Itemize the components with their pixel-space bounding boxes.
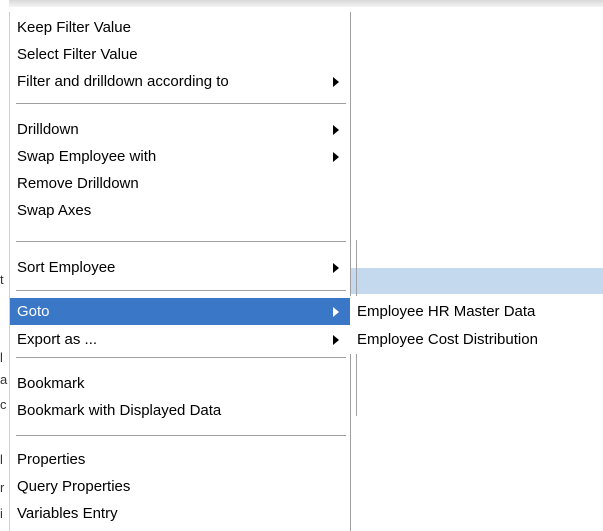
- background-left-column: t l a c l r i: [0, 0, 9, 531]
- menu-item-label: Variables Entry: [17, 505, 118, 522]
- menu-separator: [16, 290, 346, 292]
- submenu-arrow-icon: [333, 334, 339, 345]
- background-char: t: [0, 272, 4, 287]
- background-char: i: [0, 506, 3, 521]
- background-char: l: [0, 452, 3, 467]
- menu-item-export-as[interactable]: Export as ...: [10, 326, 350, 353]
- submenu-item-employee-hr-master-data[interactable]: Employee HR Master Data: [350, 297, 603, 325]
- menu-item-label: Query Properties: [17, 478, 131, 495]
- menu-item-label: Bookmark with Displayed Data: [17, 402, 222, 419]
- background-toolbar-strip: [0, 0, 603, 7]
- menu-separator: [16, 241, 346, 243]
- menu-item-filter-and-drilldown[interactable]: Filter and drilldown according to: [10, 68, 350, 95]
- submenu-arrow-icon: [333, 151, 339, 162]
- menu-item-label: Properties: [17, 451, 86, 468]
- background-char: l: [0, 350, 3, 365]
- menu-item-swap-employee-with[interactable]: Swap Employee with: [10, 143, 350, 170]
- menu-item-remove-drilldown[interactable]: Remove Drilldown: [10, 170, 350, 197]
- menu-item-bookmark-with-displayed-data[interactable]: Bookmark with Displayed Data: [10, 397, 350, 424]
- menu-item-label: Export as ...: [17, 331, 98, 348]
- context-menu: Keep Filter Value Select Filter Value Fi…: [9, 12, 351, 531]
- menu-item-goto[interactable]: Goto: [10, 298, 350, 325]
- menu-item-query-properties[interactable]: Query Properties: [10, 473, 350, 500]
- menu-item-label: Swap Axes: [17, 202, 92, 219]
- submenu-arrow-icon: [333, 76, 339, 87]
- submenu-arrow-icon: [333, 262, 339, 273]
- background-char: r: [0, 480, 5, 495]
- menu-item-label: Goto: [17, 303, 50, 320]
- submenu-item-employee-cost-distribution[interactable]: Employee Cost Distribution: [350, 325, 603, 353]
- menu-item-keep-filter-value[interactable]: Keep Filter Value: [10, 14, 350, 41]
- submenu-item-label: Employee Cost Distribution: [357, 330, 538, 348]
- menu-item-sort-employee[interactable]: Sort Employee: [10, 254, 350, 281]
- menu-separator: [16, 435, 346, 437]
- menu-separator: [16, 357, 346, 359]
- menu-item-label: Swap Employee with: [17, 148, 157, 165]
- menu-item-drilldown[interactable]: Drilldown: [10, 116, 350, 143]
- background-char: c: [0, 397, 7, 412]
- menu-item-variables-entry[interactable]: Variables Entry: [10, 500, 350, 527]
- submenu-arrow-icon: [333, 306, 339, 317]
- menu-item-swap-axes[interactable]: Swap Axes: [10, 197, 350, 224]
- background-char: a: [0, 372, 8, 387]
- menu-item-bookmark[interactable]: Bookmark: [10, 370, 350, 397]
- goto-submenu: Employee HR Master Data Employee Cost Di…: [350, 296, 603, 354]
- submenu-item-label: Employee HR Master Data: [357, 302, 536, 320]
- menu-item-properties[interactable]: Properties: [10, 446, 350, 473]
- menu-item-label: Sort Employee: [17, 259, 116, 276]
- background-table-header: [350, 268, 603, 294]
- submenu-arrow-icon: [333, 124, 339, 135]
- menu-item-label: Bookmark: [17, 375, 85, 392]
- menu-item-label: Keep Filter Value: [17, 19, 131, 36]
- menu-item-label: Remove Drilldown: [17, 175, 139, 192]
- menu-item-label: Drilldown: [17, 121, 79, 138]
- menu-item-label: Select Filter Value: [17, 46, 138, 63]
- menu-separator: [16, 103, 346, 105]
- menu-item-label: Filter and drilldown according to: [17, 73, 229, 90]
- menu-item-select-filter-value[interactable]: Select Filter Value: [10, 41, 350, 68]
